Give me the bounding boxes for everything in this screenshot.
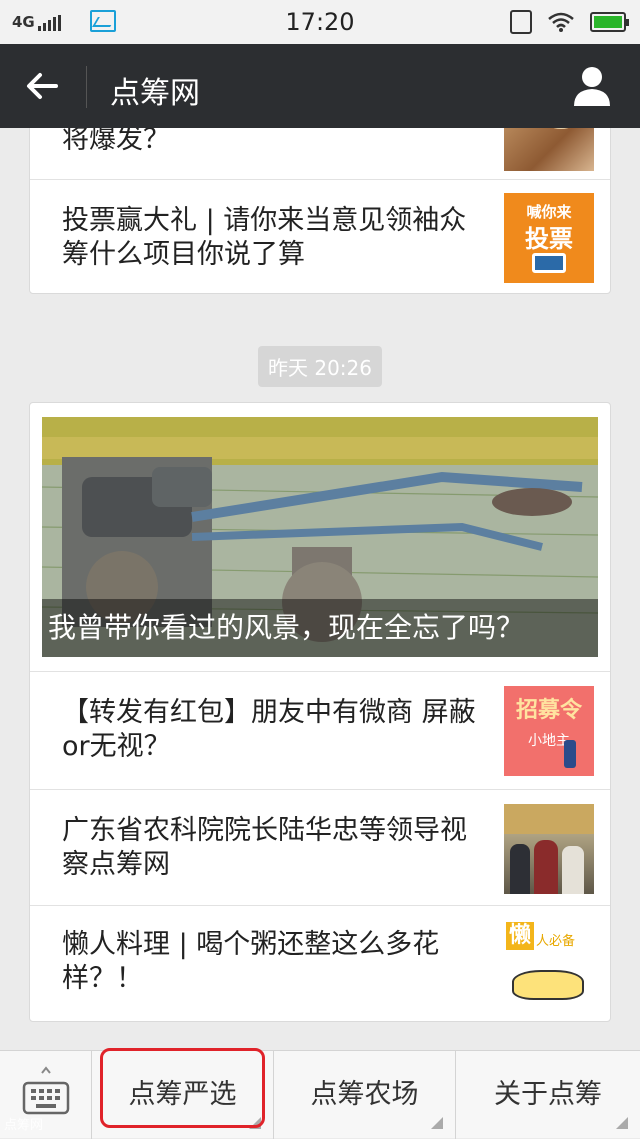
message-list[interactable]: 将爆发？ 投票赢大礼 | 请你来当意见领袖众筹什么项目你说了算 喊你来 投票 昨… — [0, 128, 640, 1050]
wifi-icon — [548, 12, 574, 32]
vibrate-icon — [510, 10, 532, 34]
thumb-text: 投票 — [525, 225, 573, 253]
nav-divider — [86, 66, 87, 108]
back-arrow-icon[interactable] — [22, 66, 62, 106]
article-thumbnail: 喊你来 投票 — [504, 193, 594, 283]
list-item[interactable]: 将爆发？ — [30, 128, 610, 179]
submenu-indicator-icon — [616, 1117, 628, 1129]
article-title: 懒人料理 | 喝个粥还整这么多花样？！ — [62, 929, 440, 994]
article-card: 我曾带你看过的风景，现在全忘了吗？ 【转发有红包】朋友中有微商 屏蔽or无视？ … — [29, 402, 611, 1022]
list-item[interactable]: 广东省农科院院长陆华忠等领导视察点筹网 — [30, 789, 610, 905]
menu-item-label: 关于点筹 — [494, 1079, 602, 1110]
article-title: 将爆发？ — [62, 128, 170, 155]
featured-caption: 我曾带你看过的风景，现在全忘了吗？ — [42, 599, 598, 657]
highlight-annotation-box — [100, 1048, 265, 1128]
article-card: 将爆发？ 投票赢大礼 | 请你来当意见领袖众筹什么项目你说了算 喊你来 投票 — [29, 128, 611, 294]
menu-item-about[interactable]: 关于点筹 — [456, 1051, 640, 1139]
article-thumbnail: 招募令 小地主 — [504, 686, 594, 776]
article-title: 【转发有红包】朋友中有微商 屏蔽or无视？ — [62, 697, 476, 762]
article-title: 广东省农科院院长陆华忠等领导视察点筹网 — [62, 815, 467, 880]
article-title: 投票赢大礼 | 请你来当意见领袖众筹什么项目你说了算 — [62, 205, 467, 270]
list-item[interactable]: 【转发有红包】朋友中有微商 屏蔽or无视？ 招募令 小地主 — [30, 671, 610, 789]
thumb-text: 懒 — [506, 922, 534, 950]
top-nav-bar: 点筹网 — [0, 44, 640, 128]
custom-menu-bar: 点筹严选 点筹农场 关于点筹 — [0, 1050, 640, 1139]
battery-icon — [590, 12, 629, 32]
thumb-text: 小地主 — [528, 733, 570, 749]
person-icon[interactable] — [572, 64, 612, 108]
message-timestamp: 昨天 20:26 — [0, 346, 640, 387]
page-title: 点筹网 — [110, 76, 200, 111]
status-bar: 4G 17:20 — [0, 0, 640, 44]
featured-article[interactable]: 我曾带你看过的风景，现在全忘了吗？ — [42, 417, 598, 657]
article-thumbnail: 懒 人必备 — [504, 920, 594, 1010]
thumb-text: 人必备 — [536, 934, 576, 949]
submenu-indicator-icon — [431, 1117, 443, 1129]
menu-item-label: 点筹农场 — [310, 1079, 419, 1110]
article-thumbnail — [504, 128, 594, 171]
menu-item-dianchou-nongchang[interactable]: 点筹农场 — [274, 1051, 456, 1139]
article-thumbnail — [504, 804, 594, 894]
thumb-text: 招募令 — [515, 698, 582, 723]
list-item[interactable]: 懒人料理 | 喝个粥还整这么多花样？！ 懒 人必备 — [30, 905, 610, 1023]
list-item[interactable]: 投票赢大礼 | 请你来当意见领袖众筹什么项目你说了算 喊你来 投票 — [30, 179, 610, 295]
watermark: 点筹网 — [4, 1118, 44, 1133]
